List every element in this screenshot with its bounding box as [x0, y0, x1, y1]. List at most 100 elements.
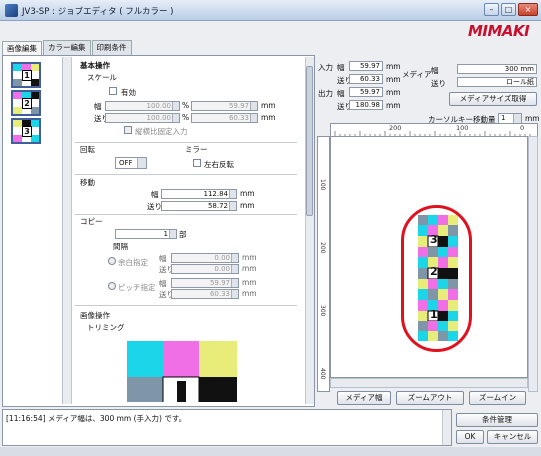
mm-unit: mm [386, 62, 401, 71]
scale-label: スケール [87, 73, 117, 82]
margin-width-input[interactable]: 0.00 [171, 253, 239, 263]
thumbnail-item[interactable]: 2 [11, 90, 41, 116]
title-bar: JV3-SP : ジョブエディタ ( フルカラー ) – □ × [0, 0, 541, 21]
pitch-spec-radio[interactable] [108, 282, 116, 290]
tab-bar: 画像編集 カラー編集 印刷条件 [2, 40, 133, 56]
margin-width-label: 幅 [159, 254, 167, 263]
thumbnail-list: 1 2 3 [3, 57, 63, 404]
ok-button[interactable]: OK [456, 430, 484, 444]
spinner[interactable] [250, 102, 257, 110]
pitch-spec-label: ピッチ指定 [118, 283, 156, 292]
mm-unit: mm [242, 278, 257, 287]
media-width-button[interactable]: メディア幅 [337, 391, 391, 405]
lock-ratio-checkbox[interactable] [124, 126, 132, 134]
mm-unit: mm [242, 253, 257, 262]
close-button[interactable]: × [518, 3, 538, 16]
ruler-label: 100 [319, 179, 326, 191]
spinner[interactable] [231, 265, 238, 273]
margin-spec-radio[interactable] [108, 257, 116, 265]
input-label: 入力 [318, 63, 333, 72]
ruler-label: 300 [319, 305, 326, 317]
mm-unit: mm [261, 101, 276, 110]
canvas-horizontal-scrollbar[interactable] [330, 378, 528, 388]
move-feed-input[interactable]: 58.72 [161, 201, 237, 211]
move-label: 移動 [80, 178, 95, 187]
mm-unit: mm [240, 201, 255, 210]
move-feed-label: 送り [147, 202, 162, 211]
media-width-value: 300 mm [457, 64, 537, 74]
spinner[interactable] [231, 290, 238, 298]
input-feed-value: 60.33 [349, 74, 383, 84]
app-icon [5, 4, 18, 17]
window-title: JV3-SP : ジョブエディタ ( フルカラー ) [22, 7, 174, 17]
spinner[interactable] [250, 114, 257, 122]
tab-color-edit[interactable]: カラー編集 [43, 40, 91, 55]
thumb-label: 1 [22, 70, 32, 81]
margin-spec-label: 余白指定 [118, 258, 148, 267]
spinner[interactable] [231, 254, 238, 262]
thumbnail-item[interactable]: 1 [11, 62, 41, 88]
cancel-button[interactable]: キャンセル [487, 430, 538, 444]
horizontal-ruler: 200 100 0 [330, 123, 538, 137]
thumbnail-scrollbar[interactable] [63, 57, 72, 404]
margin-feed-input[interactable]: 0.00 [171, 264, 239, 274]
scale-feed-pct-input[interactable]: 100.00 [105, 113, 180, 123]
scale-width-label: 幅 [94, 102, 102, 111]
move-width-label: 幅 [151, 190, 159, 199]
chevron-down-icon[interactable] [513, 114, 521, 123]
zoom-out-button[interactable]: ズームアウト [396, 391, 464, 405]
thumbnail-item[interactable]: 3 [11, 118, 41, 144]
divider [75, 305, 297, 306]
copies-unit: 部 [179, 230, 187, 239]
pct-unit: % [182, 101, 190, 110]
canvas-vertical-scrollbar[interactable] [528, 136, 538, 392]
spinner[interactable] [229, 190, 236, 198]
divider [75, 174, 297, 175]
interval-label: 間隔 [113, 242, 128, 251]
scale-width-mm-input[interactable]: 59.97 [191, 101, 258, 111]
rotation-select[interactable]: OFF [115, 157, 147, 169]
mirror-lr-label: 左右反転 [204, 160, 234, 169]
zoom-in-button[interactable]: ズームイン [469, 391, 526, 405]
spinner[interactable] [229, 202, 236, 210]
log-line: [11:16:54] メディア幅は、300 mm (手入力) です。 [6, 414, 187, 423]
log-scrollbar[interactable] [442, 410, 451, 445]
mirror-lr-checkbox[interactable] [193, 159, 201, 167]
media-feed-value: ロール紙 [457, 77, 537, 87]
condition-manage-button[interactable]: 条件管理 [456, 413, 538, 427]
move-width-input[interactable]: 112.84 [161, 189, 237, 199]
ruler-label: 400 [319, 368, 326, 380]
spinner[interactable] [172, 102, 179, 110]
job-editor-window: JV3-SP : ジョブエディタ ( フルカラー ) – □ × MIMAKI … [0, 0, 541, 456]
highlight-ring [401, 205, 472, 352]
pitch-feed-input[interactable]: 60.33 [171, 289, 239, 299]
vertical-ruler: 100 200 300 400 [317, 136, 330, 392]
value: 59.97 [209, 279, 230, 287]
minimize-button[interactable]: – [484, 3, 499, 16]
output-width-value: 59.97 [349, 87, 383, 97]
chevron-down-icon[interactable] [137, 158, 146, 168]
scale-enable-checkbox[interactable] [109, 87, 117, 95]
mm-unit: mm [386, 101, 401, 110]
tab-image-edit[interactable]: 画像編集 [2, 41, 42, 56]
value: 58.72 [207, 202, 228, 210]
copies-input[interactable]: 1 [115, 229, 177, 239]
maximize-button[interactable]: □ [501, 3, 516, 16]
copy-label: コピー [80, 217, 103, 226]
trimming-preview [127, 341, 237, 402]
divider [75, 214, 297, 215]
scale-enable-label: 有効 [121, 88, 136, 97]
spinner[interactable] [231, 279, 238, 287]
pitch-width-input[interactable]: 59.97 [171, 278, 239, 288]
get-media-size-button[interactable]: メディアサイズ取得 [449, 92, 537, 106]
image-ops-heading: 画像操作 [80, 311, 110, 320]
spinner[interactable] [169, 230, 176, 238]
scale-width-pct-input[interactable]: 100.00 [105, 101, 180, 111]
tab-print-conditions[interactable]: 印刷条件 [91, 40, 132, 55]
value: 1 [501, 114, 506, 122]
form-scroll-thumb[interactable] [306, 66, 313, 216]
scale-feed-mm-input[interactable]: 60.33 [191, 113, 258, 123]
value: 60.33 [209, 290, 230, 298]
spinner[interactable] [172, 114, 179, 122]
mirror-label: ミラー [185, 145, 208, 154]
